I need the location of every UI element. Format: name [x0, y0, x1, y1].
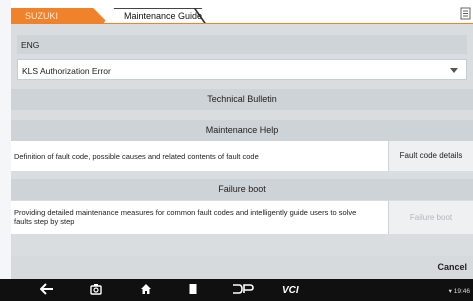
section-maintenance-help: Maintenance Help	[11, 120, 473, 141]
tab-bar: SUZUKI Maintenance Guide	[11, 0, 473, 24]
failure-boot-row: Providing detailed maintenance measures …	[11, 201, 473, 234]
wifi-icon: ▾	[448, 288, 452, 295]
footer-bar: Cancel	[11, 256, 473, 279]
failure-boot-description: Providing detailed maintenance measures …	[14, 208, 357, 226]
language-row: ENG	[17, 35, 467, 54]
svg-text:VCI: VCI	[282, 285, 299, 295]
tab-suzuki-label: SUZUKI	[25, 11, 59, 21]
failure-boot-button[interactable]: Failure boot	[388, 201, 473, 234]
cancel-button[interactable]: Cancel	[437, 262, 467, 272]
status-clock: ▾ 19:46	[449, 287, 470, 295]
maintenance-help-row: Definition of fault code, possible cause…	[11, 141, 473, 171]
vci-icon[interactable]: VCI	[282, 283, 304, 298]
chevron-down-icon	[450, 68, 458, 73]
error-select-value: KLS Authorization Error	[22, 66, 111, 76]
error-select[interactable]: KLS Authorization Error	[17, 59, 467, 80]
tab-maintenance-guide[interactable]: Maintenance Guide	[103, 8, 215, 24]
back-icon[interactable]	[39, 283, 54, 298]
home-icon[interactable]	[140, 283, 152, 298]
technical-bulletin-title: Technical Bulletin	[207, 94, 277, 104]
recent-apps-icon[interactable]	[188, 283, 198, 298]
failure-boot-title: Failure boot	[218, 184, 266, 194]
section-failure-boot: Failure boot	[11, 179, 473, 200]
failure-boot-button-label: Failure boot	[409, 213, 453, 222]
document-icon[interactable]	[460, 7, 471, 20]
status-time: 19:46	[453, 288, 470, 295]
tab-underline	[11, 23, 473, 24]
section-technical-bulletin[interactable]: Technical Bulletin	[11, 89, 473, 110]
tab-guide-label: Maintenance Guide	[124, 11, 203, 21]
dp-icon[interactable]	[232, 283, 254, 298]
language-label: ENG	[21, 40, 40, 50]
android-nav-bar: VCI ▾ 19:46	[0, 279, 473, 301]
app-window: SUZUKI Maintenance Guide ENG KLS Authori…	[11, 0, 473, 279]
maintenance-help-title: Maintenance Help	[205, 125, 279, 135]
fault-code-details-button[interactable]: Fault code details	[388, 141, 473, 171]
fault-code-details-label: Fault code details	[399, 151, 463, 160]
camera-icon[interactable]	[90, 283, 102, 298]
maintenance-help-description: Definition of fault code, possible cause…	[14, 152, 259, 161]
left-edge	[0, 0, 11, 301]
